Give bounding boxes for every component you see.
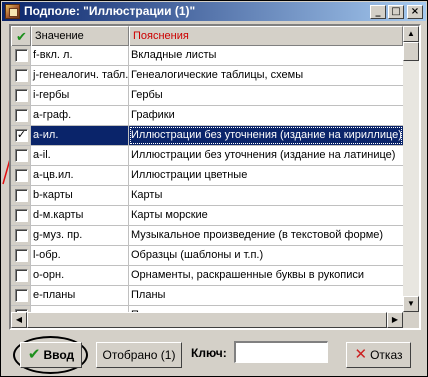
- scroll-right-arrow-icon[interactable]: ▶: [387, 312, 403, 328]
- row-checkbox-cell: [11, 246, 31, 265]
- row-checkbox-cell: [11, 266, 31, 285]
- table-row[interactable]: j-генеалогич. табл. Генеалогические табли…: [11, 66, 403, 86]
- row-value[interactable]: f-вкл. л.: [31, 46, 129, 65]
- row-checkbox[interactable]: ✓: [15, 129, 28, 142]
- grid-body: ✔ Значение Пояснения f-вкл. л. Вкладные л…: [11, 26, 403, 312]
- row-explanation[interactable]: Музыкальное произведение (в текстовой фо…: [129, 226, 403, 245]
- cancel-x-icon: ✕: [354, 346, 368, 363]
- row-value[interactable]: i-гербы: [31, 86, 129, 105]
- app-icon: [5, 4, 20, 19]
- checkmark-icon: ✔: [27, 346, 41, 363]
- maximize-button[interactable]: □: [388, 5, 404, 19]
- row-value[interactable]: a-ил.: [31, 126, 129, 145]
- values-grid: ✔ Значение Пояснения f-вкл. л. Вкладные л…: [9, 24, 421, 330]
- table-row[interactable]: a-граф. Графики: [11, 106, 403, 126]
- title-bar[interactable]: Подполе: "Иллюстрации (1)" _ □ ×: [2, 2, 426, 21]
- key-label: Ключ:: [191, 346, 227, 360]
- row-checkbox-cell: ✓: [11, 126, 31, 145]
- scroll-left-arrow-icon[interactable]: ◀: [11, 312, 27, 328]
- row-value[interactable]: j-генеалогич. табл.: [31, 66, 129, 85]
- grid-header: ✔ Значение Пояснения: [11, 26, 403, 46]
- table-row[interactable]: e-планы Планы: [11, 286, 403, 306]
- table-row[interactable]: o-орн. Орнаменты, раскрашенные буквы в ру…: [11, 266, 403, 286]
- row-checkbox[interactable]: [15, 289, 28, 302]
- scroll-down-arrow-icon[interactable]: ▼: [403, 296, 419, 312]
- row-value[interactable]: a-цв.ил.: [31, 166, 129, 185]
- row-value[interactable]: a-il.: [31, 146, 129, 165]
- subfield-dialog: Подполе: "Иллюстрации (1)" _ □ × ✔ Значе…: [0, 0, 428, 377]
- row-explanation[interactable]: Иллюстрации без уточнения (издание на ла…: [129, 146, 403, 165]
- row-checkbox-cell: [11, 226, 31, 245]
- cancel-button-label: Отказ: [370, 348, 403, 362]
- scroll-up-arrow-icon[interactable]: ▲: [403, 26, 419, 42]
- row-explanation[interactable]: Генеалогические таблицы, схемы: [129, 66, 403, 85]
- row-value[interactable]: o-орн.: [31, 266, 129, 285]
- row-checkbox-cell: [11, 186, 31, 205]
- row-value[interactable]: l-обр.: [31, 246, 129, 265]
- row-checkbox[interactable]: [15, 169, 28, 182]
- row-value[interactable]: e-планы: [31, 286, 129, 305]
- key-input[interactable]: [234, 341, 328, 363]
- row-checkbox[interactable]: [15, 229, 28, 242]
- row-explanation[interactable]: Вкладные листы: [129, 46, 403, 65]
- row-explanation[interactable]: Иллюстрации цветные: [129, 166, 403, 185]
- row-checkbox-cell: [11, 66, 31, 85]
- table-row[interactable]: ✓ a-ил. Иллюстрации без уточнения (издание…: [11, 126, 403, 146]
- row-checkbox-cell: [11, 46, 31, 65]
- select-all-header[interactable]: ✔: [11, 26, 31, 46]
- row-explanation[interactable]: Гербы: [129, 86, 403, 105]
- row-checkbox[interactable]: [15, 189, 28, 202]
- cancel-button[interactable]: ✕ Отказ: [346, 342, 411, 368]
- row-explanation[interactable]: Карты морские: [129, 206, 403, 225]
- horizontal-scrollbar[interactable]: ◀ ▶: [11, 312, 403, 328]
- row-value[interactable]: a-граф.: [31, 106, 129, 125]
- row-value[interactable]: d-м.карты: [31, 206, 129, 225]
- row-checkbox-cell: [11, 206, 31, 225]
- table-row[interactable]: g-муз. пр. Музыкальное произведение (в те…: [11, 226, 403, 246]
- row-checkbox-cell: [11, 286, 31, 305]
- column-header-explanation[interactable]: Пояснения: [129, 26, 403, 46]
- row-checkbox[interactable]: [15, 109, 28, 122]
- row-explanation[interactable]: Карты: [129, 186, 403, 205]
- table-row[interactable]: a-цв.ил. Иллюстрации цветные: [11, 166, 403, 186]
- row-checkbox-cell: [11, 146, 31, 165]
- row-value[interactable]: g-муз. пр.: [31, 226, 129, 245]
- row-explanation[interactable]: Орнаменты, раскрашенные буквы в рукописи: [129, 266, 403, 285]
- horizontal-scroll-thumb[interactable]: [27, 312, 387, 328]
- selected-count-button[interactable]: Отобрано (1): [96, 342, 182, 368]
- table-row[interactable]: b-карты Карты: [11, 186, 403, 206]
- row-checkbox[interactable]: [15, 49, 28, 62]
- table-row[interactable]: l-обр. Образцы (шаблоны и т.п.): [11, 246, 403, 266]
- vertical-scrollbar[interactable]: ▲ ▼: [403, 26, 419, 312]
- table-row[interactable]: a-il. Иллюстрации без уточнения (издание …: [11, 146, 403, 166]
- row-checkbox[interactable]: [15, 249, 28, 262]
- row-checkbox[interactable]: [15, 69, 28, 82]
- scrollbar-corner: [403, 312, 419, 328]
- vertical-scroll-thumb[interactable]: [403, 42, 419, 61]
- column-header-value[interactable]: Значение: [31, 26, 129, 46]
- row-checkbox[interactable]: [15, 149, 28, 162]
- row-checkbox[interactable]: [15, 269, 28, 282]
- close-button[interactable]: ×: [407, 5, 423, 19]
- row-checkbox[interactable]: [15, 89, 28, 102]
- row-explanation[interactable]: Образцы (шаблоны и т.п.): [129, 246, 403, 265]
- row-value[interactable]: b-карты: [31, 186, 129, 205]
- window-title: Подполе: "Иллюстрации (1)": [24, 4, 196, 18]
- row-checkbox-cell: [11, 86, 31, 105]
- minimize-button[interactable]: _: [370, 5, 386, 19]
- check-all-icon: ✔: [16, 29, 27, 44]
- table-row[interactable]: i-гербы Гербы: [11, 86, 403, 106]
- row-explanation[interactable]: Графики: [129, 106, 403, 125]
- row-checkbox-cell: [11, 106, 31, 125]
- row-checkbox[interactable]: [15, 209, 28, 222]
- ok-button[interactable]: ✔ Ввод: [20, 342, 82, 368]
- row-explanation[interactable]: Планы: [129, 286, 403, 305]
- row-checkbox-cell: [11, 166, 31, 185]
- table-row[interactable]: d-м.карты Карты морские: [11, 206, 403, 226]
- table-row[interactable]: f-вкл. л. Вкладные листы: [11, 46, 403, 66]
- row-explanation[interactable]: Иллюстрации без уточнения (издание на ки…: [129, 126, 403, 145]
- ok-button-label: Ввод: [43, 348, 75, 362]
